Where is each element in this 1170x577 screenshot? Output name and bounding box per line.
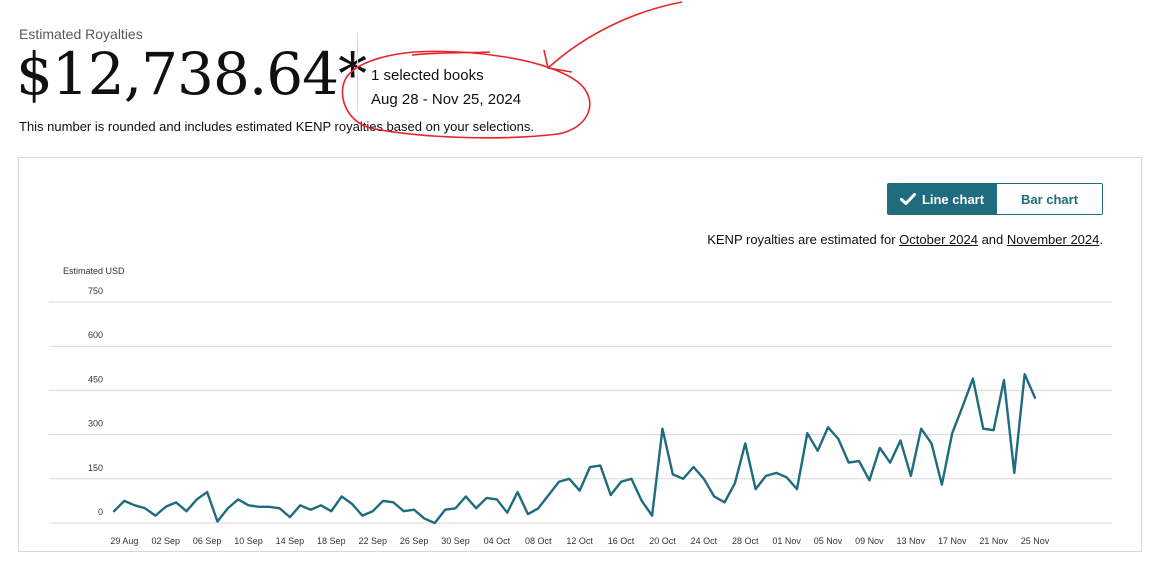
x-tick-label: 26 Sep	[400, 536, 429, 546]
y-tick-label: 600	[88, 330, 103, 340]
x-tick-label: 17 Nov	[938, 536, 967, 546]
x-tick-label: 30 Sep	[441, 536, 470, 546]
x-tick-label: 02 Sep	[151, 536, 180, 546]
x-tick-label: 13 Nov	[897, 536, 926, 546]
x-tick-label: 10 Sep	[234, 536, 263, 546]
x-tick-label: 20 Oct	[649, 536, 676, 546]
royalties-amount: $12,738.64*	[16, 40, 367, 108]
x-tick-label: 25 Nov	[1021, 536, 1050, 546]
x-tick-label: 12 Oct	[566, 536, 593, 546]
annotation-arrow-shaft	[547, 1, 683, 69]
x-tick-label: 04 Oct	[484, 536, 511, 546]
x-tick-label: 14 Sep	[276, 536, 305, 546]
annotation-arrow-head	[543, 49, 573, 73]
x-tick-label: 29 Aug	[110, 536, 138, 546]
x-tick-label: 08 Oct	[525, 536, 552, 546]
y-tick-label: 300	[88, 419, 103, 429]
header-divider	[357, 33, 358, 111]
y-tick-label: 0	[98, 507, 103, 517]
y-axis-title: Estimated USD	[63, 266, 125, 276]
x-tick-label: 28 Oct	[732, 536, 759, 546]
x-tick-label: 21 Nov	[979, 536, 1008, 546]
x-tick-label: 06 Sep	[193, 536, 222, 546]
x-tick-label: 16 Oct	[608, 536, 635, 546]
x-tick-label: 24 Oct	[691, 536, 718, 546]
chart-panel: Line chart Bar chart KENP royalties are …	[18, 157, 1142, 552]
date-range-text: Aug 28 - Nov 25, 2024	[371, 91, 522, 108]
annotation-stroke-top	[411, 51, 491, 56]
y-tick-label: 750	[88, 286, 103, 296]
x-tick-label: 05 Nov	[814, 536, 843, 546]
selected-books-text: 1 selected books	[371, 67, 484, 84]
x-tick-label: 01 Nov	[772, 536, 801, 546]
rounding-note: This number is rounded and includes esti…	[19, 119, 534, 134]
series-line	[112, 372, 1037, 525]
y-tick-label: 150	[88, 463, 103, 473]
x-tick-label: 09 Nov	[855, 536, 884, 546]
royalties-line-chart: Estimated USD 0 150 300 450 600 750 29 Aug 02 Se…	[49, 266, 1112, 546]
x-tick-label: 22 Sep	[358, 536, 387, 546]
x-tick-label: 18 Sep	[317, 536, 346, 546]
y-tick-label: 450	[88, 374, 103, 384]
